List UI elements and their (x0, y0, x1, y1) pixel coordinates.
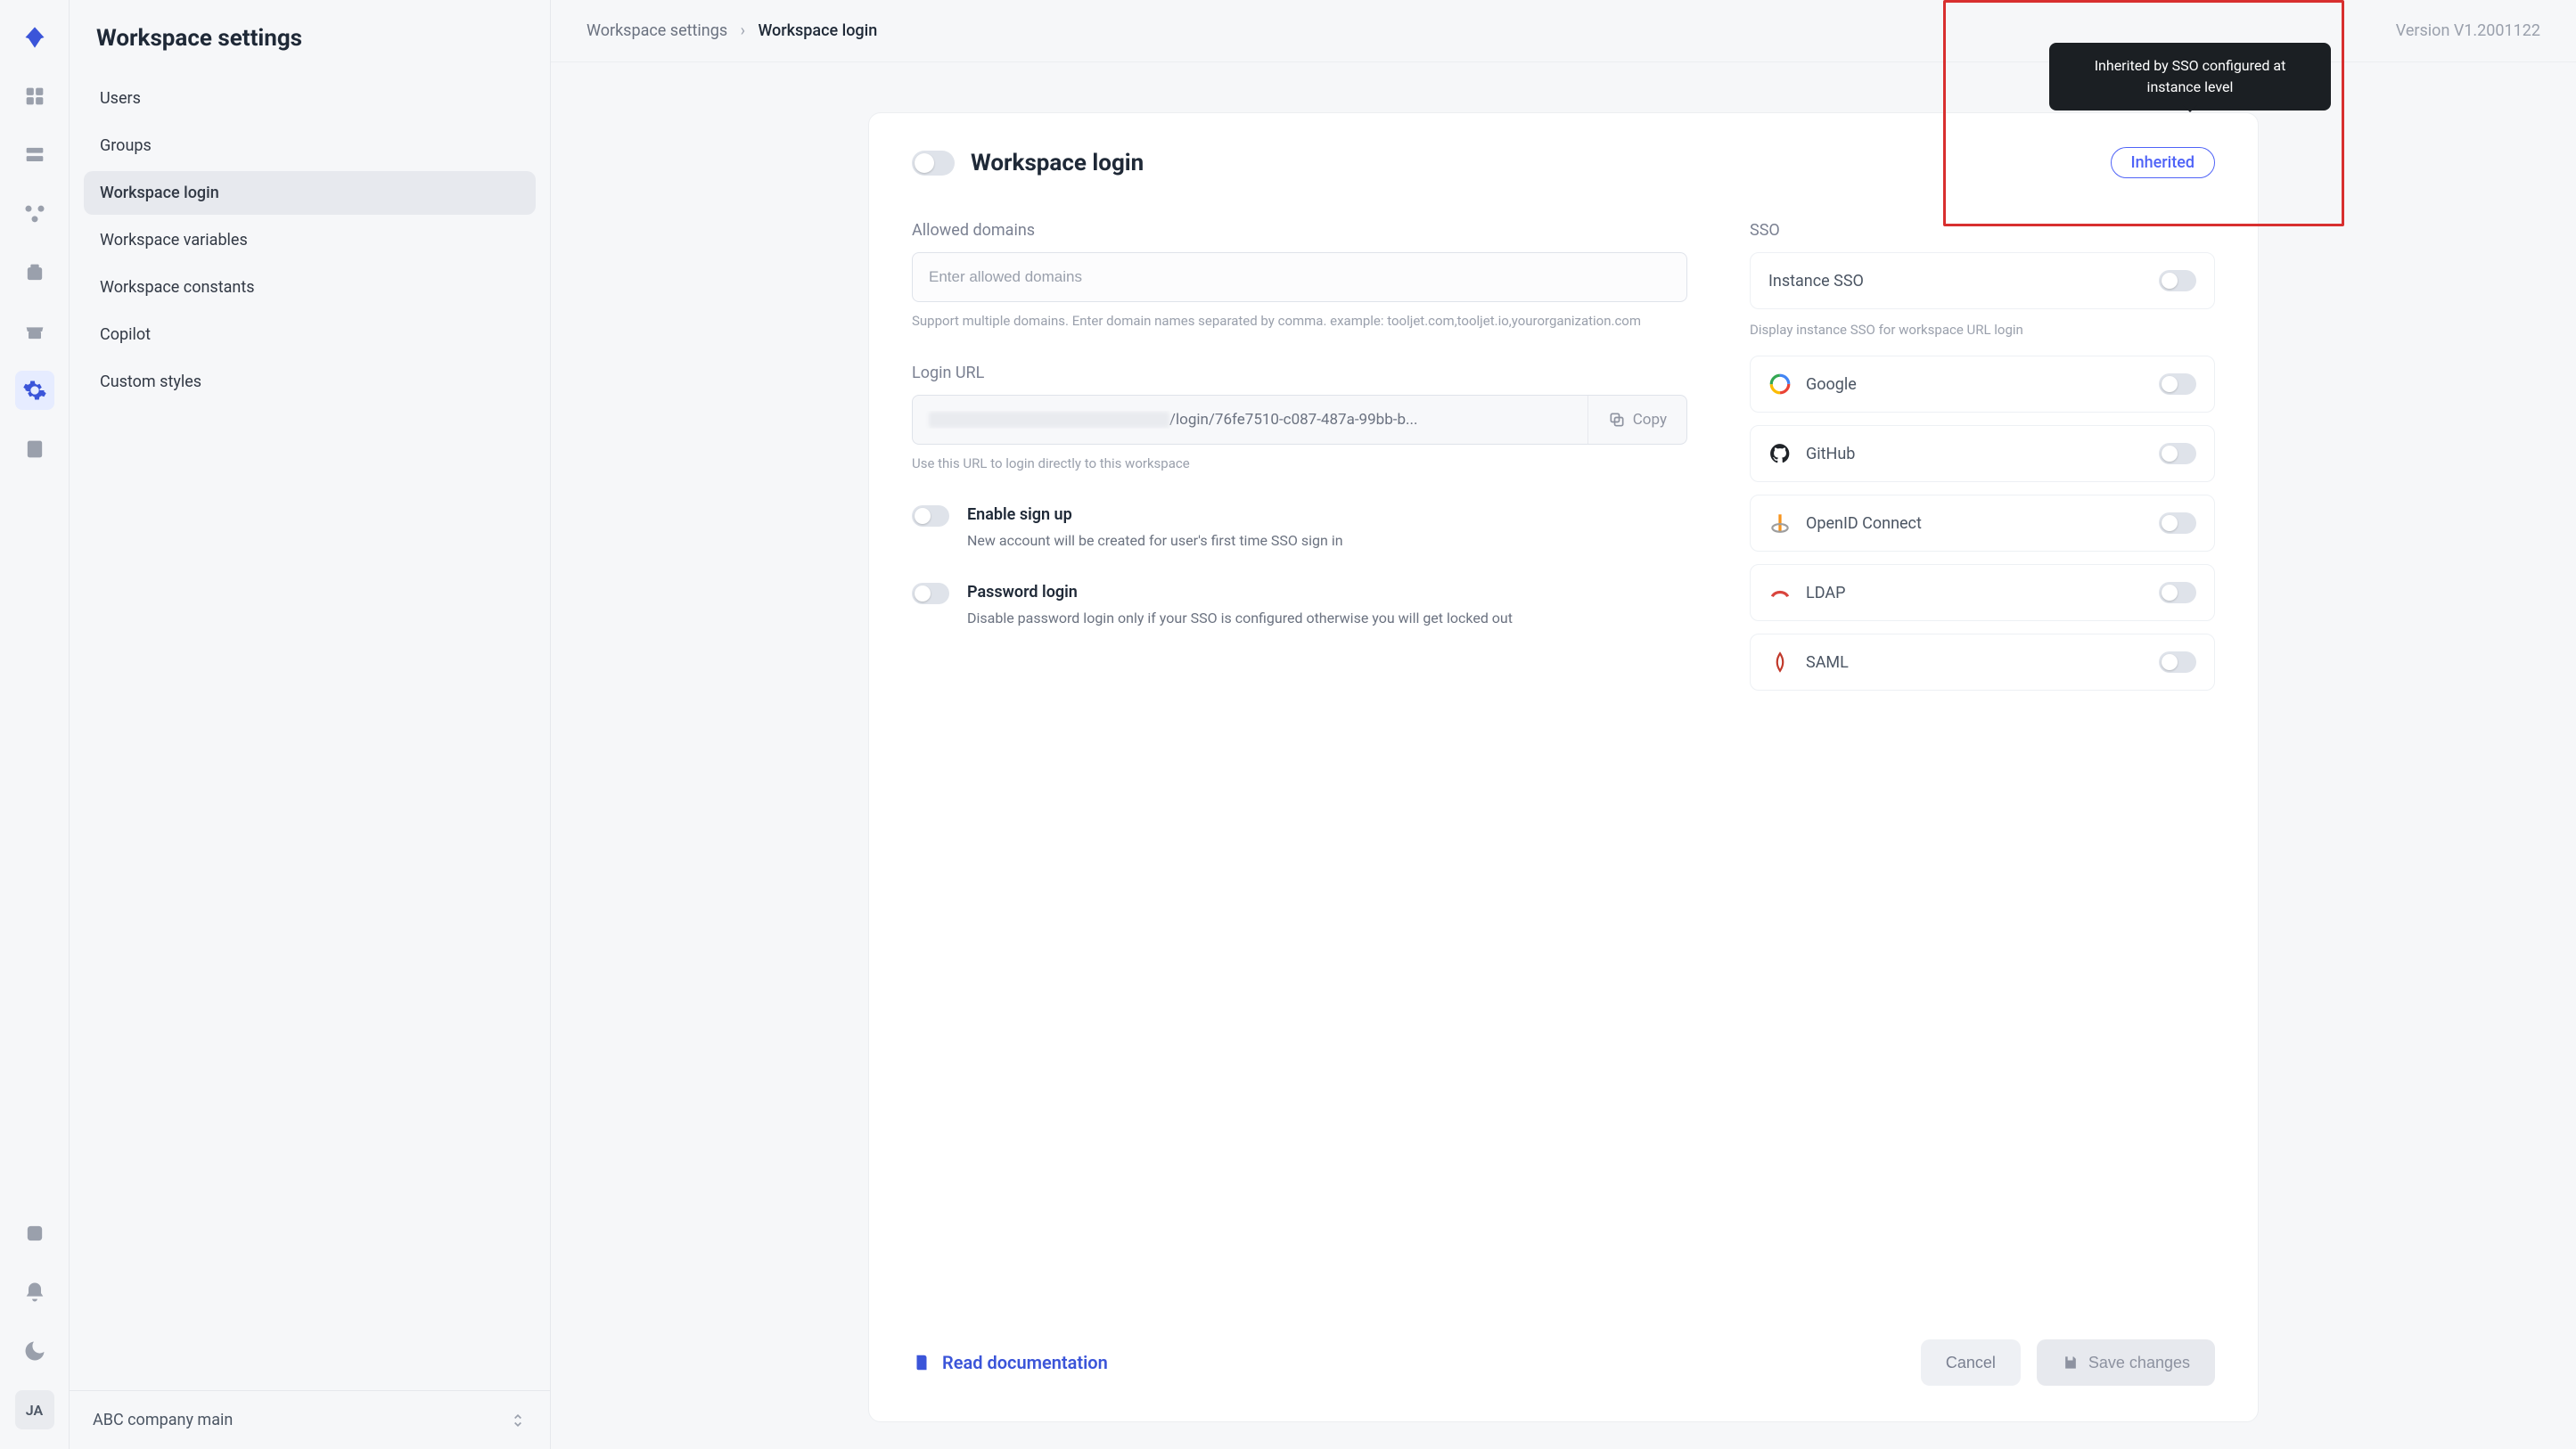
sso-instance-row[interactable]: Instance SSO (1750, 252, 2215, 309)
inherited-tooltip: Inherited by SSO configured at instance … (2049, 43, 2331, 111)
secondary-nav-title: Workspace settings (70, 0, 550, 70)
github-icon (1768, 442, 1792, 465)
apps-icon[interactable] (15, 77, 54, 116)
logo-icon[interactable] (15, 18, 54, 57)
chevron-up-down-icon (509, 1412, 527, 1429)
card-title: Workspace login (971, 150, 1144, 176)
main: Workspace settings › Workspace login Ver… (551, 0, 2576, 1449)
sso-github-toggle[interactable] (2159, 443, 2196, 464)
sso-openid-row[interactable]: OpenID Connect (1750, 495, 2215, 552)
ldap-icon (1768, 581, 1792, 604)
enable-signup-title: Enable sign up (967, 505, 1343, 524)
save-icon (2062, 1354, 2080, 1371)
cancel-button[interactable]: Cancel (1921, 1339, 2021, 1386)
sso-google-row[interactable]: Google (1750, 356, 2215, 413)
login-url-label: Login URL (912, 364, 1687, 382)
breadcrumb: Workspace settings › Workspace login (587, 21, 877, 40)
theme-icon[interactable] (15, 1331, 54, 1371)
sso-ldap-row[interactable]: LDAP (1750, 564, 2215, 621)
notifications-icon[interactable] (15, 1273, 54, 1312)
nav-item-copilot[interactable]: Copilot (84, 313, 536, 356)
workspace-name: ABC company main (93, 1411, 233, 1429)
google-icon (1768, 372, 1792, 396)
settings-icon[interactable] (15, 371, 54, 410)
version-label: Version V1.2001122 (2396, 21, 2540, 40)
nav-item-workspace-variables[interactable]: Workspace variables (84, 218, 536, 262)
workspace-login-toggle[interactable] (912, 151, 955, 176)
chevron-right-icon: › (741, 21, 745, 40)
sso-ldap-toggle[interactable] (2159, 582, 2196, 603)
nav-item-workspace-constants[interactable]: Workspace constants (84, 266, 536, 309)
sso-github-row[interactable]: GitHub (1750, 425, 2215, 482)
breadcrumb-root[interactable]: Workspace settings (587, 21, 727, 40)
password-login-toggle[interactable] (912, 583, 949, 604)
inherited-pill[interactable]: Inherited (2111, 147, 2216, 178)
sso-google-toggle[interactable] (2159, 373, 2196, 395)
login-url-helper: Use this URL to login directly to this w… (912, 454, 1687, 474)
sso-saml-toggle[interactable] (2159, 651, 2196, 673)
password-login-desc: Disable password login only if your SSO … (967, 607, 1513, 630)
enable-signup-toggle[interactable] (912, 505, 949, 527)
icon-rail: JA (0, 0, 70, 1449)
nav-item-custom-styles[interactable]: Custom styles (84, 360, 536, 404)
sso-saml-row[interactable]: SAML (1750, 634, 2215, 691)
enable-signup-desc: New account will be created for user's f… (967, 529, 1343, 553)
database-icon[interactable] (15, 135, 54, 175)
save-button[interactable]: Save changes (2037, 1339, 2215, 1386)
nav-item-users[interactable]: Users (84, 77, 536, 120)
copy-button[interactable]: Copy (1587, 396, 1686, 444)
book-icon (912, 1353, 931, 1372)
password-login-title: Password login (967, 583, 1513, 602)
openid-icon (1768, 512, 1792, 535)
marketplace-icon[interactable] (15, 312, 54, 351)
read-documentation-link[interactable]: Read documentation (912, 1352, 1108, 1373)
allowed-domains-label: Allowed domains (912, 221, 1687, 240)
allowed-domains-helper: Support multiple domains. Enter domain n… (912, 311, 1687, 332)
nav-item-workspace-login[interactable]: Workspace login (84, 171, 536, 215)
sso-label: SSO (1750, 221, 2215, 240)
datasource-icon[interactable] (15, 253, 54, 292)
avatar[interactable]: JA (15, 1390, 54, 1429)
workflow-icon[interactable] (15, 194, 54, 233)
breadcrumb-current: Workspace login (758, 21, 877, 40)
login-url-value: /login/76fe7510-c087-487a-99bb-b... (913, 411, 1587, 429)
workspace-switcher[interactable]: ABC company main (70, 1390, 550, 1449)
sso-openid-toggle[interactable] (2159, 512, 2196, 534)
sso-instance-toggle[interactable] (2159, 270, 2196, 291)
nav-item-groups[interactable]: Groups (84, 124, 536, 168)
secondary-nav: Workspace settings Users Groups Workspac… (70, 0, 551, 1449)
allowed-domains-input[interactable] (912, 252, 1687, 302)
saml-icon (1768, 651, 1792, 674)
help-icon[interactable] (15, 1214, 54, 1253)
copy-icon (1608, 411, 1626, 429)
sso-helper: Display instance SSO for workspace URL l… (1750, 322, 2215, 338)
audit-icon[interactable] (15, 430, 54, 469)
workspace-login-card: Workspace login Inherited Allowed domain… (868, 112, 2259, 1422)
login-url-field: /login/76fe7510-c087-487a-99bb-b... Copy (912, 395, 1687, 445)
